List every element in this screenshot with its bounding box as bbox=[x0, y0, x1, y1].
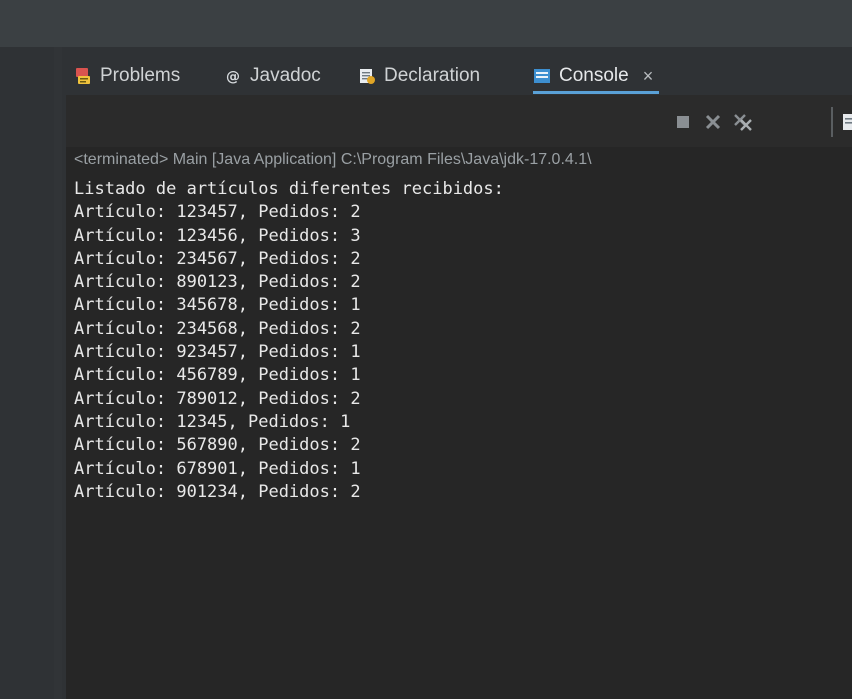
tab-declaration[interactable]: Declaration bbox=[358, 61, 480, 91]
console-icon bbox=[533, 67, 551, 85]
toolbar-separator bbox=[831, 107, 833, 137]
close-icon[interactable]: × bbox=[643, 66, 654, 87]
declaration-icon bbox=[358, 67, 376, 85]
console-line: Artículo: 890123, Pedidos: 2 bbox=[74, 272, 361, 293]
problems-icon bbox=[74, 67, 92, 85]
tab-console[interactable]: Console × bbox=[533, 61, 660, 94]
console-line: Artículo: 234568, Pedidos: 2 bbox=[74, 318, 361, 339]
console-output: Listado de artículos diferentes recibido… bbox=[74, 178, 504, 504]
view-tab-bar: Problems @ Javadoc Declaration Console × bbox=[62, 47, 852, 95]
console-line: Listado de artículos diferentes recibido… bbox=[74, 179, 504, 199]
launch-status: <terminated> Main [Java Application] C:\… bbox=[74, 151, 592, 168]
tab-label: Console bbox=[559, 65, 629, 86]
show-console-icon[interactable] bbox=[840, 111, 852, 133]
remove-all-terminated-icon[interactable] bbox=[732, 111, 754, 133]
console-line: Artículo: 678901, Pedidos: 1 bbox=[74, 458, 361, 479]
console-line: Artículo: 123456, Pedidos: 3 bbox=[74, 225, 361, 246]
console-line: Artículo: 923457, Pedidos: 1 bbox=[74, 342, 361, 363]
javadoc-icon: @ bbox=[224, 67, 242, 85]
console-line: Artículo: 789012, Pedidos: 2 bbox=[74, 388, 361, 409]
tab-label: Declaration bbox=[384, 65, 481, 86]
terminate-icon[interactable] bbox=[672, 111, 694, 133]
console-line: Artículo: 12345, Pedidos: 1 bbox=[74, 411, 351, 432]
remove-launch-icon[interactable] bbox=[702, 111, 724, 133]
tab-javadoc[interactable]: @ Javadoc bbox=[224, 61, 321, 91]
console-line: Artículo: 234567, Pedidos: 2 bbox=[74, 248, 361, 269]
tab-label: Javadoc bbox=[250, 65, 321, 86]
console-line: Artículo: 123457, Pedidos: 2 bbox=[74, 202, 361, 223]
left-pane bbox=[0, 47, 54, 699]
console-line: Artículo: 456789, Pedidos: 1 bbox=[74, 365, 361, 386]
window-top-strip bbox=[0, 0, 852, 47]
console-toolbar bbox=[66, 95, 852, 147]
tab-label: Problems bbox=[100, 65, 181, 86]
svg-text:@: @ bbox=[226, 69, 240, 85]
console-output-area[interactable]: <terminated> Main [Java Application] C:\… bbox=[66, 147, 852, 699]
console-line: Artículo: 901234, Pedidos: 2 bbox=[74, 481, 361, 502]
pane-divider[interactable] bbox=[54, 47, 62, 699]
console-line: Artículo: 345678, Pedidos: 1 bbox=[74, 295, 361, 316]
tab-problems[interactable]: Problems bbox=[74, 61, 180, 91]
console-line: Artículo: 567890, Pedidos: 2 bbox=[74, 435, 361, 456]
